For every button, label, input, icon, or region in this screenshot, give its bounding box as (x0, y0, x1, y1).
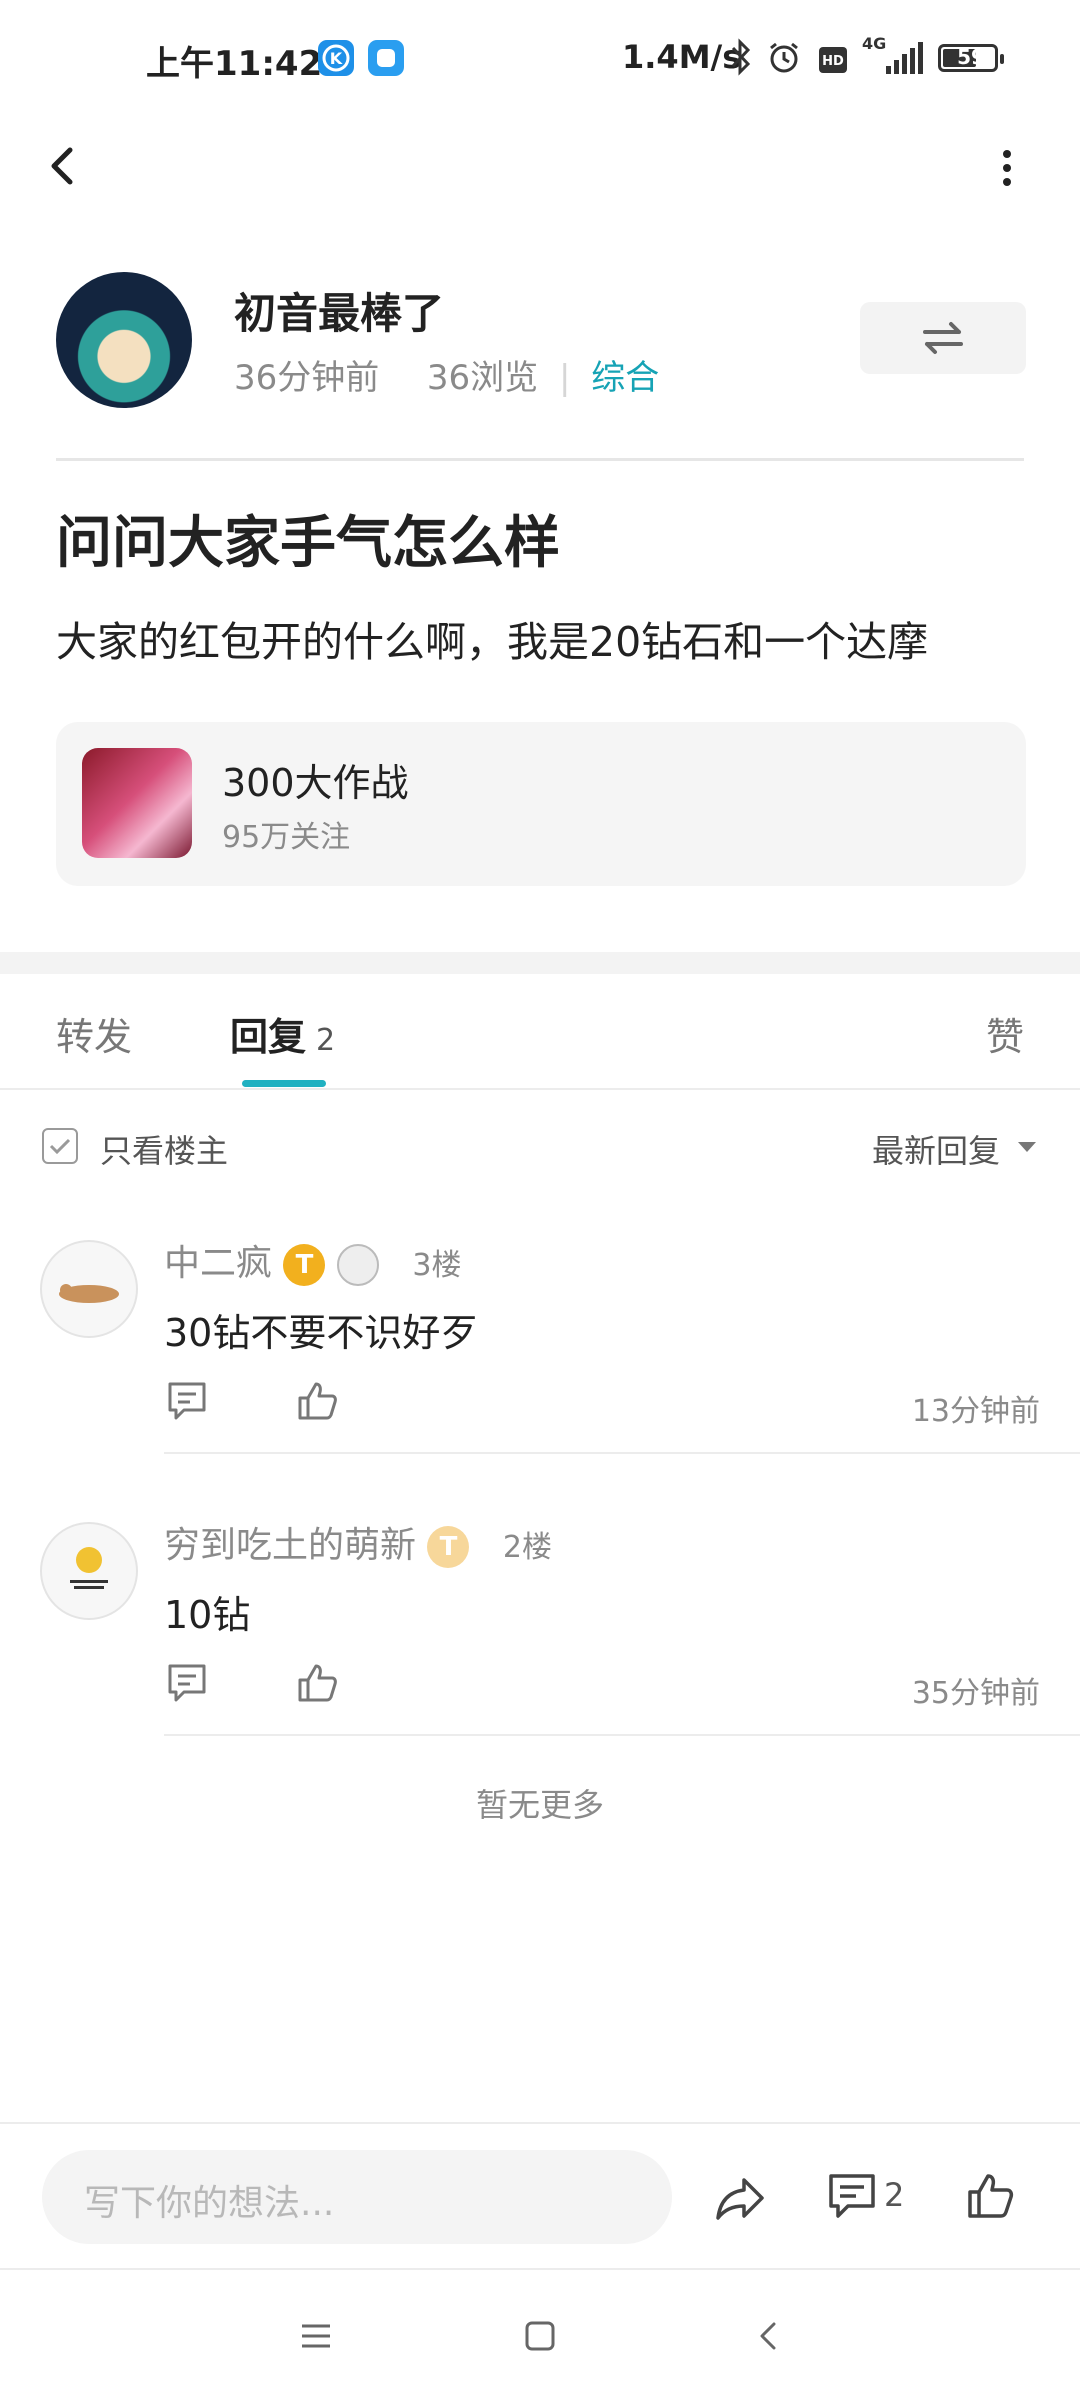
caret-down-icon (1018, 1142, 1036, 1152)
blue-app-icon (368, 40, 404, 76)
post-views: 36浏览 (426, 358, 539, 398)
thumbs-up-icon (968, 2174, 1014, 2218)
back-button[interactable] (36, 130, 92, 202)
svg-text:K: K (330, 49, 343, 68)
divider (56, 458, 1024, 461)
reply-user[interactable]: 穷到吃土的萌新 T 2楼 (164, 1516, 552, 1568)
post-category[interactable]: 综合 (591, 358, 659, 398)
reply-avatar[interactable] (40, 1522, 138, 1620)
reply-like-button[interactable] (294, 1660, 340, 1710)
pet-badge-icon (336, 1244, 379, 1286)
chevron-left-icon (51, 147, 73, 185)
menu-icon (302, 2324, 330, 2348)
home-nav-button[interactable] (520, 2316, 560, 2360)
reply-avatar[interactable] (40, 1240, 138, 1338)
comment-count: 2 (884, 2176, 905, 2214)
comment-input[interactable]: 写下你的想法... (42, 2150, 672, 2244)
only-op-checkbox[interactable] (42, 1128, 78, 1164)
signal-icon: 4G (862, 34, 926, 78)
tab-forward[interactable]: 转发 (56, 1006, 132, 1061)
more-vertical-icon (1003, 150, 1011, 186)
post-body: 大家的红包开的什么啊，我是20钻石和一个达摩 (56, 618, 929, 666)
reply-like-button[interactable] (294, 1378, 340, 1428)
tab-replies[interactable]: 回复 2 (230, 1006, 335, 1061)
reply-comment-button[interactable] (164, 1660, 210, 1710)
author-avatar[interactable] (56, 272, 192, 408)
reply-comment-button[interactable] (164, 1378, 210, 1428)
bluetooth-icon (728, 38, 754, 84)
game-followers: 95万关注 (222, 820, 351, 855)
k-app-icon: K (318, 40, 354, 76)
home-square-icon (525, 2321, 555, 2351)
swap-button[interactable] (860, 302, 1026, 374)
reply-time: 35分钟前 (911, 1676, 1040, 1711)
hd-icon: HD (818, 44, 848, 82)
like-button[interactable] (964, 2170, 1016, 2226)
battery-level: 59 (957, 45, 985, 69)
no-more-text: 暂无更多 (475, 1786, 604, 1824)
svg-text:HD: HD (822, 54, 844, 69)
game-name: 300大作战 (222, 761, 409, 805)
sort-dropdown[interactable]: 最新回复 (872, 1126, 1000, 1172)
post-time: 36分钟前 (234, 358, 380, 398)
tab-likes[interactable]: 赞 (986, 1006, 1024, 1061)
divider (0, 2122, 1080, 2124)
reply-username: 中二疯 (164, 1243, 273, 1284)
back-nav-button[interactable] (748, 2316, 788, 2360)
comment-icon (168, 1664, 206, 1702)
reply-username: 穷到吃土的萌新 (164, 1525, 417, 1566)
reply-floor: 3楼 (412, 1248, 462, 1283)
reply-floor: 2楼 (502, 1530, 553, 1565)
menu-nav-button[interactable] (296, 2316, 336, 2360)
swap-arrows-icon (923, 322, 963, 354)
divider (164, 1452, 1080, 1454)
network-speed: 1.4M/s (622, 38, 742, 76)
divider (164, 1734, 1080, 1736)
game-card[interactable]: 300大作战 95万关注 (56, 722, 1026, 886)
more-button[interactable] (990, 132, 1024, 204)
tab-label: 转发 (56, 1015, 133, 1059)
status-time: 上午11:42 (146, 44, 323, 84)
check-icon (49, 1138, 71, 1155)
reply-user[interactable]: 中二疯 T 3楼 (164, 1234, 461, 1286)
author-name[interactable]: 初音最棒了 (234, 280, 444, 341)
tab-count: 2 (316, 1023, 336, 1058)
game-icon (82, 748, 192, 858)
comment-icon (829, 2174, 875, 2218)
comment-placeholder: 写下你的想法... (84, 2183, 335, 2224)
tab-label: 赞 (986, 1015, 1025, 1059)
section-divider (0, 952, 1080, 974)
battery-icon: 59 (938, 44, 1004, 72)
alarm-icon (766, 40, 802, 84)
tab-indicator (242, 1080, 326, 1087)
level-badge-icon: T (283, 1244, 326, 1286)
level-badge-icon: T (427, 1526, 470, 1568)
share-icon (716, 2178, 764, 2220)
back-arrow-icon (760, 2322, 776, 2350)
only-op-label[interactable]: 只看楼主 (100, 1126, 228, 1172)
reply-text: 10钻 (164, 1593, 251, 1637)
thumbs-up-icon (298, 1382, 337, 1420)
comment-icon (168, 1382, 206, 1420)
divider (0, 1088, 1080, 1090)
divider (0, 2268, 1080, 2270)
share-button[interactable] (712, 2170, 768, 2230)
status-bar: 上午11:42 K 1.4M/s HD 4G 59 (0, 0, 1080, 120)
reply-text: 30钻不要不识好歹 (164, 1311, 479, 1355)
post-meta: 36分钟前 36浏览 | 综合 (234, 350, 659, 399)
post-title: 问问大家手气怎么样 (56, 511, 560, 576)
thumbs-up-icon (298, 1664, 337, 1702)
comments-button[interactable] (826, 2170, 878, 2226)
tab-label: 回复 (230, 1015, 307, 1059)
meta-separator: | (558, 358, 571, 398)
reply-time: 13分钟前 (911, 1394, 1040, 1429)
